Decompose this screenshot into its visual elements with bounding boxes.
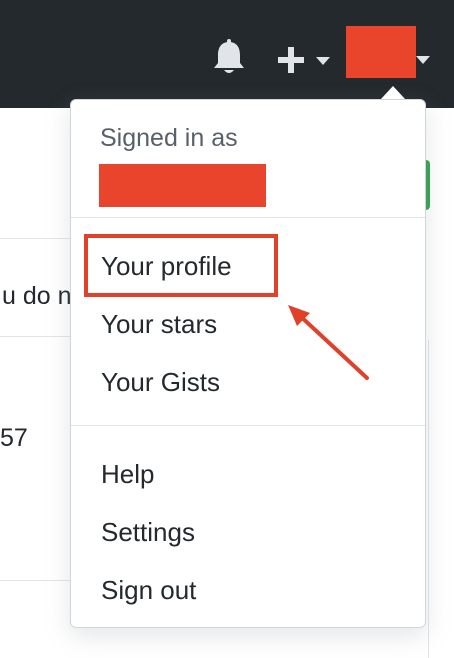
page-divider <box>428 340 429 658</box>
avatar[interactable] <box>346 26 416 78</box>
bell-icon[interactable] <box>210 38 248 78</box>
menu-item-your-stars[interactable]: Your stars <box>71 298 425 350</box>
menu-item-your-gists[interactable]: Your Gists <box>71 356 425 408</box>
page-divider <box>0 336 70 337</box>
chevron-down-icon <box>316 57 330 65</box>
menu-item-settings[interactable]: Settings <box>71 506 425 558</box>
plus-icon <box>278 47 304 73</box>
username-redacted <box>99 164 266 207</box>
create-new-button[interactable] <box>276 42 336 78</box>
menu-divider <box>71 217 425 218</box>
signed-in-label: Signed in as <box>100 124 238 152</box>
chevron-down-icon <box>416 56 430 64</box>
menu-item-sign-out[interactable]: Sign out <box>71 564 425 616</box>
menu-item-help[interactable]: Help <box>71 448 425 500</box>
background-text: 57 <box>0 424 28 452</box>
user-menu-button[interactable] <box>346 26 436 82</box>
background-text: u do n <box>2 282 72 310</box>
page-divider <box>0 238 70 239</box>
dropdown-caret <box>381 86 405 99</box>
menu-item-your-profile[interactable]: Your profile <box>71 240 425 292</box>
page-divider <box>0 580 70 581</box>
menu-divider <box>71 425 425 426</box>
